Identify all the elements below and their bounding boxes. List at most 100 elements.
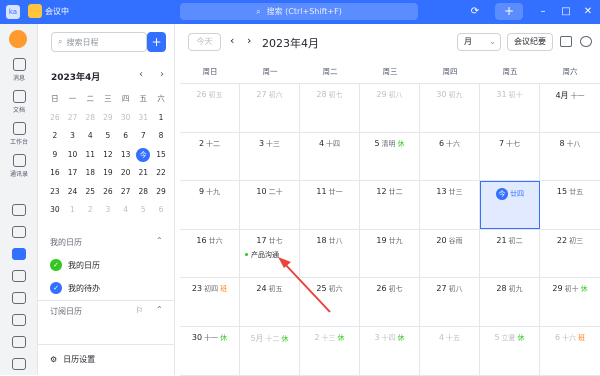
mini-day[interactable]: 2 [81,201,99,220]
cloud-icon[interactable] [12,226,26,238]
mini-day[interactable]: 3 [64,127,82,146]
nav-messages[interactable]: 消息 [0,58,38,82]
meeting-indicator[interactable]: 会议中 [28,4,69,18]
mini-next-button[interactable]: › [160,69,164,80]
create-button[interactable]: + [495,3,523,20]
mini-day[interactable]: 29 [152,183,170,202]
day-cell[interactable]: 17 廿七 产品沟通 [240,229,300,278]
mini-day[interactable]: 9 [46,146,64,165]
mini-day[interactable]: 27 [117,183,135,202]
prev-month-button[interactable]: ‹ [230,34,234,47]
calendar-settings[interactable]: ⚙ 日历设置 [50,354,95,365]
mini-day[interactable]: 28 [134,183,152,202]
day-cell[interactable]: 30 初九 [420,84,480,132]
mini-day[interactable]: 11 [81,146,99,165]
mail-icon[interactable] [12,336,26,348]
day-cell[interactable]: 15 廿五 [540,181,600,229]
mini-day[interactable]: 21 [134,164,152,183]
mini-day[interactable]: 18 [81,164,99,183]
collapse-icon[interactable]: ⌃ [156,305,163,314]
day-cell[interactable]: 12 廿二 [360,181,420,229]
next-month-button[interactable]: › [247,34,251,47]
day-cell[interactable]: 4 十五 [420,326,480,375]
day-cell[interactable]: 3 十四休 [360,326,420,375]
mini-day[interactable]: 8 [152,127,170,146]
nav-contacts[interactable]: 通讯录 [0,154,38,178]
mini-day[interactable]: 4 [117,201,135,220]
day-cell[interactable]: 20 谷雨 [420,229,480,278]
day-cell[interactable]: 27 初六 [240,84,300,132]
mini-day[interactable]: 5 [99,127,117,146]
day-cell[interactable]: 16 廿六 [180,229,240,278]
minimize-button[interactable]: – [533,3,553,20]
calendar-item-todo[interactable]: ✓ 我的待办 [50,282,100,294]
mini-day[interactable]: 30 [46,201,64,220]
day-cell[interactable]: 24 初五 [240,278,300,326]
mini-day[interactable]: 19 [99,164,117,183]
global-search[interactable]: ⌕ 搜索 (Ctrl+Shift+F) [180,3,418,20]
bookmark-icon[interactable]: ⚐ [136,306,143,315]
close-button[interactable]: ✕ [578,3,598,20]
trophy-icon[interactable] [12,314,26,326]
meeting-minutes-button[interactable]: 会议纪要 [507,33,553,51]
day-cell[interactable]: 8 十八 [540,133,600,181]
calendar-icon[interactable] [12,248,26,260]
day-cell[interactable]: 11 廿一 [300,181,360,229]
day-cell[interactable]: 26 初七 [360,278,420,326]
mini-day[interactable]: 3 [99,201,117,220]
day-cell[interactable]: 7 十七 [480,132,540,181]
mini-day[interactable]: 26 [99,183,117,202]
mini-day[interactable]: 6 [117,127,135,146]
link-icon[interactable] [12,204,26,216]
mini-day[interactable]: 5 [134,201,152,220]
share-icon[interactable] [560,36,572,47]
mini-day[interactable]: 28 [81,109,99,128]
mini-day[interactable]: 2 [46,127,64,146]
new-event-button[interactable]: + [147,32,166,52]
day-cell[interactable]: 29 初八 [360,84,420,132]
day-cell[interactable]: 6 十六班 [540,327,600,375]
mini-day[interactable]: 25 [81,183,99,202]
mini-day[interactable]: 23 [46,183,64,202]
mini-day[interactable]: 17 [64,164,82,183]
day-cell[interactable]: 2 十二 [180,132,240,181]
settings-icon[interactable] [580,36,592,47]
mini-day[interactable]: 1 [64,201,82,220]
mini-day[interactable]: 22 [152,164,170,183]
day-cell[interactable]: 29 初十休 [540,278,600,326]
app-badge[interactable]: ka [6,5,20,19]
mini-day[interactable]: 27 [64,109,82,128]
day-cell[interactable]: 30 十一休 [180,326,240,375]
bolt-icon[interactable] [12,292,26,304]
mini-day[interactable]: 16 [46,164,64,183]
mini-day[interactable]: 29 [99,109,117,128]
day-cell[interactable]: 31 初十 [480,84,540,132]
day-cell[interactable]: 6 十六 [420,132,480,181]
day-cell[interactable]: 4月 十一 [540,84,600,132]
day-cell[interactable]: 5 清明休 [360,132,420,181]
mini-day[interactable]: 24 [64,183,82,202]
mini-day[interactable]: 1 [152,109,170,128]
mini-day[interactable]: 13 [117,146,135,165]
day-cell[interactable]: 19 廿九 [360,229,420,278]
today-button[interactable]: 今天 [188,33,221,51]
day-cell[interactable]: 23 初四班 [180,278,240,326]
nav-workspace[interactable]: 工作台 [0,122,38,146]
day-cell[interactable]: 3 十三 [240,132,300,181]
mini-day[interactable]: 31 [134,109,152,128]
mini-day[interactable]: 15 [152,146,170,165]
day-cell[interactable]: 28 初七 [300,84,360,132]
check-icon[interactable]: ✓ [50,282,62,294]
mini-day[interactable]: 10 [64,146,82,165]
mini-day[interactable]: 26 [46,109,64,128]
mini-day[interactable]: 30 [117,109,135,128]
nav-docs[interactable]: 文档 [0,90,38,114]
mini-day[interactable]: 今 [134,146,152,165]
day-cell[interactable]: 9 十九 [180,181,240,229]
day-cell[interactable]: 21 初二 [480,229,540,278]
history-icon[interactable]: ⟳ [465,3,485,20]
day-cell[interactable]: 13 廿三 [420,181,480,229]
day-cell[interactable]: 18 廿八 [300,229,360,278]
schedule-search-input[interactable]: ⌕ 搜索日程 [51,32,147,52]
task-icon[interactable] [12,270,26,282]
